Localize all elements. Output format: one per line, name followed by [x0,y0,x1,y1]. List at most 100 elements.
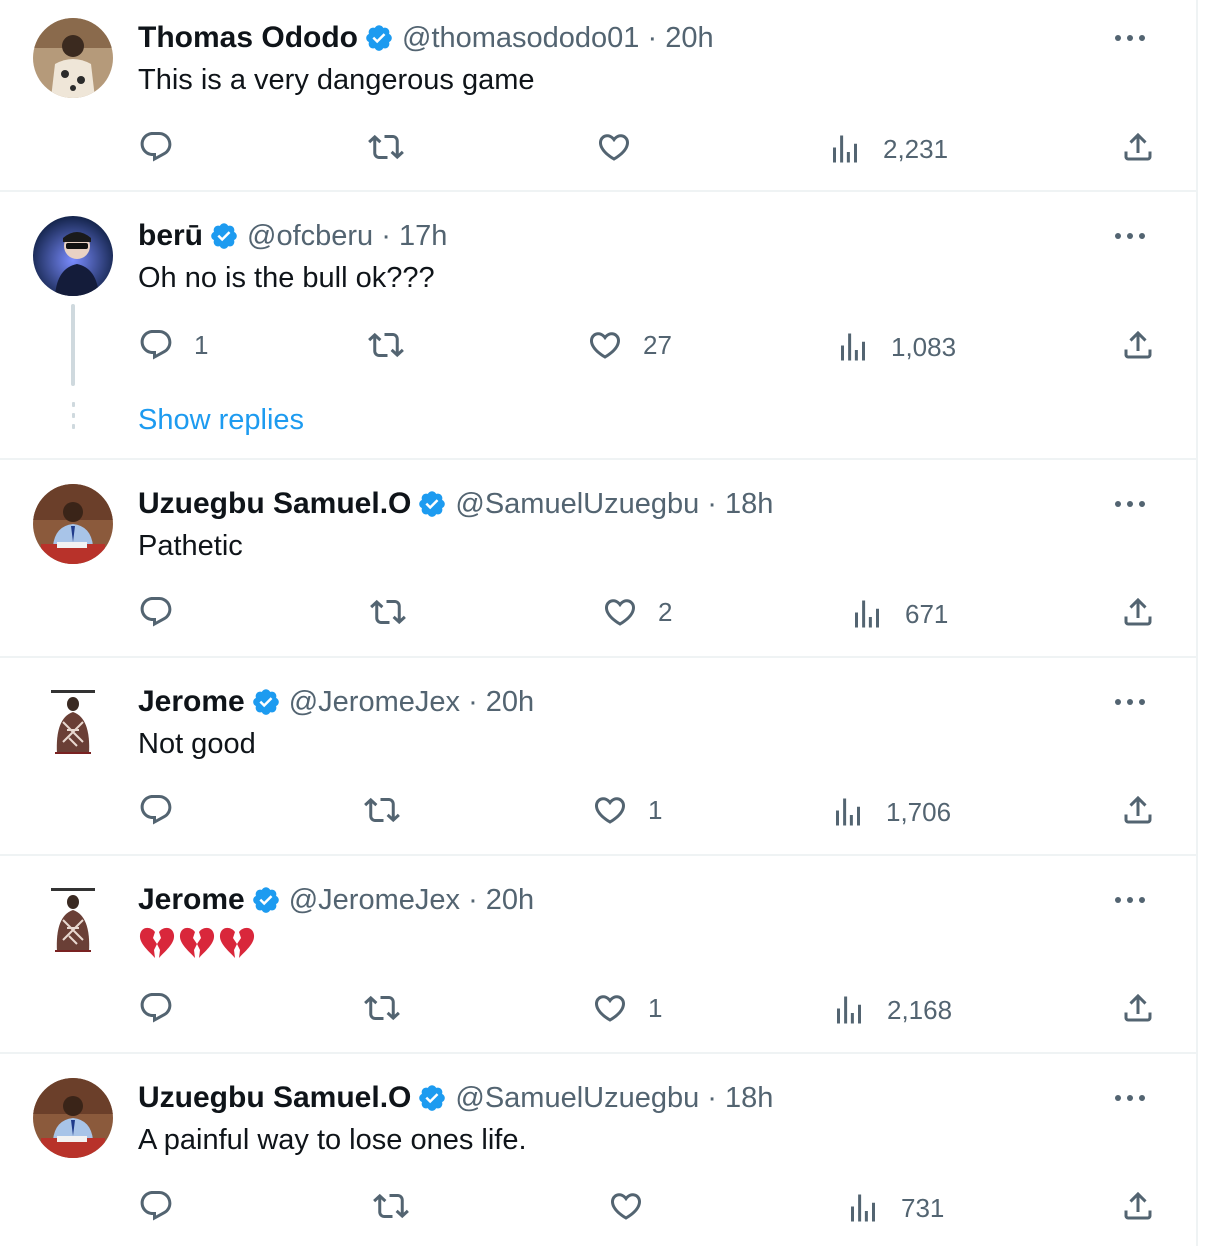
timestamp[interactable]: 20h [665,22,713,55]
views-icon [845,1190,881,1226]
views-icon [849,596,885,632]
separator-dot: · [699,1081,726,1114]
timestamp[interactable]: 17h [399,220,447,253]
tweet-header: berū @ofcberu · 17h [138,216,447,256]
timestamp[interactable]: 18h [725,1082,773,1115]
reply-button[interactable] [138,990,194,1026]
more-icon [1114,1094,1146,1102]
reply-button[interactable] [138,129,194,165]
verified-badge-icon [417,489,447,519]
tweet[interactable]: Uzuegbu Samuel.O @SamuelUzuegbu · 18h Pa… [0,460,1198,658]
more-icon [1114,232,1146,240]
display-name[interactable]: Jerome [138,685,245,719]
reply-icon [138,327,174,363]
more-options-button[interactable] [1112,1080,1148,1116]
reply-button[interactable]: 1 [138,327,208,363]
share-icon [1120,327,1156,363]
share-icon [1120,129,1156,165]
verified-badge-icon [251,885,281,915]
share-icon [1120,792,1156,828]
show-replies-link[interactable]: Show replies [138,404,304,437]
retweet-button[interactable] [364,990,400,1026]
share-button[interactable] [1120,327,1156,363]
views-button[interactable]: 2,231 [827,131,948,167]
share-button[interactable] [1120,792,1156,828]
avatar[interactable] [33,682,113,762]
tweet-header: Thomas Ododo @thomasododo01 · 20h [138,18,714,58]
views-button[interactable]: 671 [849,596,948,632]
tweet[interactable]: berū @ofcberu · 17h Oh no is the bull ok… [0,192,1198,460]
retweet-button[interactable] [368,327,404,363]
views-button[interactable]: 2,168 [831,992,952,1028]
separator-dot: · [699,487,726,520]
views-button[interactable]: 1,706 [830,794,951,830]
user-handle[interactable]: @JeromeJex [289,884,460,917]
user-handle[interactable]: @SamuelUzuegbu [455,488,699,521]
tweet-header: Jerome @JeromeJex · 20h [138,682,534,722]
avatar[interactable] [33,880,113,960]
heart-icon [602,594,638,630]
share-button[interactable] [1120,1188,1156,1224]
like-button[interactable]: 1 [592,792,662,828]
more-icon [1114,34,1146,42]
tweet[interactable]: Thomas Ododo @thomasododo01 · 20h This i… [0,0,1198,192]
like-button[interactable] [596,129,652,165]
reply-button[interactable] [138,594,194,630]
share-button[interactable] [1120,594,1156,630]
tweet[interactable]: Jerome @JeromeJex · 20h Not good 1 1,706 [0,658,1198,856]
more-options-button[interactable] [1112,218,1148,254]
broken-heart-icon [138,926,176,960]
avatar[interactable] [33,484,113,564]
like-count: 27 [643,329,672,360]
more-options-button[interactable] [1112,684,1148,720]
display-name[interactable]: Thomas Ododo [138,21,358,55]
display-name[interactable]: Uzuegbu Samuel.O [138,487,411,521]
reply-timeline: Thomas Ododo @thomasododo01 · 20h This i… [0,0,1198,1246]
display-name[interactable]: Uzuegbu Samuel.O [138,1081,411,1115]
more-options-button[interactable] [1112,20,1148,56]
like-button[interactable]: 1 [592,990,662,1026]
reply-button[interactable] [138,792,194,828]
avatar[interactable] [33,18,113,98]
share-button[interactable] [1120,129,1156,165]
more-options-button[interactable] [1112,486,1148,522]
more-options-button[interactable] [1112,882,1148,918]
like-button[interactable]: 27 [587,327,672,363]
share-icon [1120,1188,1156,1224]
avatar[interactable] [33,1078,113,1158]
share-button[interactable] [1120,990,1156,1026]
user-handle[interactable]: @SamuelUzuegbu [455,1082,699,1115]
tweet-text: Oh no is the bull ok??? [138,262,435,294]
more-icon [1114,500,1146,508]
user-handle[interactable]: @JeromeJex [289,686,460,719]
user-handle[interactable]: @thomasododo01 [402,22,639,55]
thread-dots [72,402,75,435]
timestamp[interactable]: 18h [725,488,773,521]
like-count: 1 [648,992,663,1023]
reply-button[interactable] [138,1188,194,1224]
retweet-button[interactable] [364,792,400,828]
tweet[interactable]: Jerome @JeromeJex · 20h 1 2,168 [0,856,1198,1054]
like-button[interactable]: 2 [602,594,672,630]
display-name[interactable]: berū [138,219,203,253]
tweet-text: This is a very dangerous game [138,64,535,96]
like-button[interactable] [608,1188,664,1224]
retweet-button[interactable] [370,594,406,630]
tweet[interactable]: Uzuegbu Samuel.O @SamuelUzuegbu · 18h A … [0,1054,1198,1246]
views-button[interactable]: 731 [845,1190,944,1226]
broken-heart-icon [218,926,256,960]
like-count: 2 [658,596,673,627]
avatar[interactable] [33,216,113,296]
broken-heart-icon [178,926,216,960]
timestamp[interactable]: 20h [486,884,534,917]
heart-icon [608,1188,644,1224]
timestamp[interactable]: 20h [486,686,534,719]
retweet-button[interactable] [373,1188,409,1224]
display-name[interactable]: Jerome [138,883,245,917]
views-button[interactable]: 1,083 [835,329,956,365]
retweet-icon [370,594,406,630]
retweet-button[interactable] [368,129,404,165]
separator-dot: · [460,685,486,718]
tweet-header: Jerome @JeromeJex · 20h [138,880,534,920]
user-handle[interactable]: @ofcberu [247,220,373,253]
